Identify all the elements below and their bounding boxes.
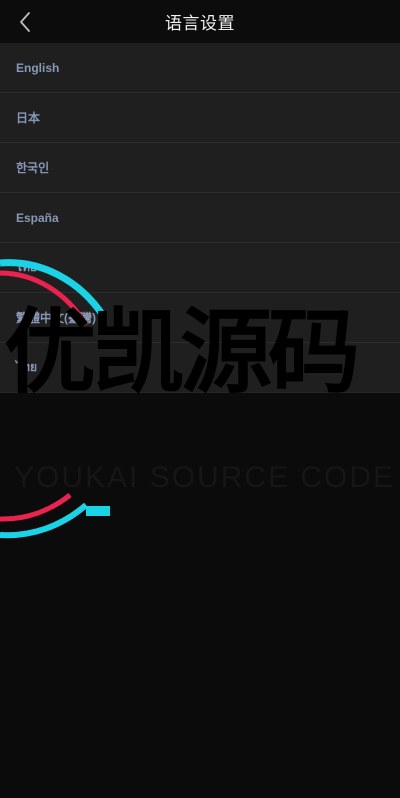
header-bar: 语言设置 [0,0,400,43]
language-label: ไทย [16,260,37,274]
language-label: 繁體中文(臺灣) [16,311,96,325]
language-item-spanish[interactable]: España [0,193,400,243]
language-item-traditional-chinese[interactable]: 繁體中文(臺灣) [0,293,400,343]
language-item-japanese[interactable]: 日本 [0,93,400,143]
language-list: English 日本 한국인 España ไทย 繁體中文(臺灣) ไทย [0,43,400,393]
chevron-left-icon [20,12,30,32]
language-label: English [16,60,60,75]
language-item-thai[interactable]: ไทย [0,243,400,293]
page-title: 语言设置 [165,14,235,33]
language-settings-screen: 语言设置 English 日本 한국인 España ไทย 繁體中文(臺灣) … [0,0,400,798]
language-label: ไทย [16,360,37,374]
language-label: España [16,210,59,225]
back-button[interactable] [10,7,40,37]
language-label: 日本 [16,111,41,125]
language-label: 한국인 [16,161,50,175]
language-item-korean[interactable]: 한국인 [0,143,400,193]
watermark-subtext: YOUKAI SOURCE CODE [14,461,396,494]
language-item-thai-alt[interactable]: ไทย [0,343,400,393]
language-item-english[interactable]: English [0,43,400,93]
